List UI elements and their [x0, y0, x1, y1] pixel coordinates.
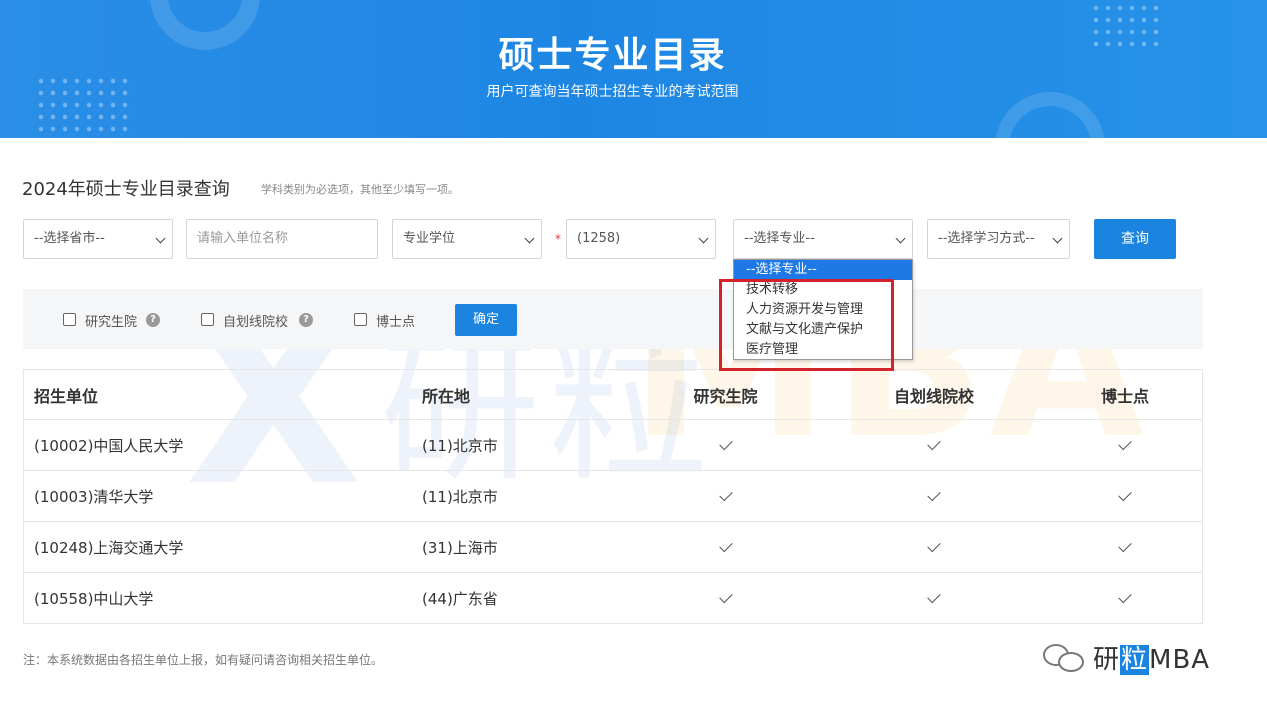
graduate-school-cell — [664, 471, 787, 521]
check-icon — [718, 436, 733, 450]
check-icon — [927, 487, 941, 501]
chevron-down-icon — [524, 233, 535, 244]
major-option[interactable]: --选择专业-- — [734, 260, 912, 280]
doctoral-checkbox[interactable] — [354, 313, 367, 326]
filter-options-bar — [23, 289, 1203, 349]
results-table: 招生单位 所在地 研究生院 自划线院校 博士点 (10002)中国人民大学 (1… — [23, 369, 1203, 624]
check-icon — [718, 589, 733, 603]
confirm-button[interactable]: 确定 — [455, 304, 517, 336]
graduate-school-label: 研究生院 — [85, 315, 138, 330]
table-row[interactable]: (10558)中山大学 (44)广东省 — [24, 572, 1202, 623]
check-icon — [1118, 436, 1132, 450]
footer-note: 注：本系统数据由各招生单位上报，如有疑问请咨询相关招生单位。 — [23, 653, 384, 667]
column-header: 自划线院校 — [893, 386, 974, 406]
major-select-value: --选择专业-- — [744, 231, 815, 246]
check-icon — [718, 487, 733, 501]
help-icon[interactable]: ? — [299, 313, 313, 327]
check-icon — [718, 538, 733, 552]
brand-text-highlight: 粒 — [1120, 644, 1150, 675]
self-line-label: 自划线院校 — [223, 315, 289, 330]
query-hint: 学科类别为必选项，其他至少填写一项。 — [261, 183, 459, 196]
chevron-down-icon — [1052, 233, 1063, 244]
location-cell: (11)北京市 — [422, 487, 498, 506]
check-icon — [1118, 487, 1132, 501]
location-cell: (11)北京市 — [422, 436, 498, 455]
table-row[interactable]: (10248)上海交通大学 (31)上海市 — [24, 521, 1202, 572]
unit-name-input[interactable]: 请输入单位名称 — [186, 219, 378, 259]
unit-cell: (10248)上海交通大学 — [34, 538, 184, 557]
self-line-cell — [854, 522, 1014, 572]
unit-cell: (10003)清华大学 — [34, 487, 154, 506]
category-select-value: (1258) — [577, 231, 621, 246]
table-row[interactable]: (10003)清华大学 (11)北京市 — [24, 470, 1202, 521]
doctoral-cell — [1074, 573, 1176, 623]
brand-text-prefix: 研 — [1093, 644, 1121, 675]
self-line-cell — [854, 471, 1014, 521]
major-select[interactable]: --选择专业-- — [733, 219, 913, 259]
province-select[interactable]: --选择省市-- — [23, 219, 173, 259]
help-icon[interactable]: ? — [146, 313, 160, 327]
unit-cell: (10002)中国人民大学 — [34, 436, 184, 455]
query-heading: 2024年硕士专业目录查询 — [22, 179, 230, 200]
study-mode-select[interactable]: --选择学习方式-- — [927, 219, 1070, 259]
check-icon — [927, 436, 941, 450]
page-title: 硕士专业目录 — [498, 35, 727, 76]
page-banner: 硕士专业目录 用户可查询当年硕士招生专业的考试范围 — [0, 0, 1267, 138]
brand-text-suffix: MBA — [1149, 644, 1211, 675]
table-row[interactable]: (10002)中国人民大学 (11)北京市 — [24, 419, 1202, 470]
self-line-checkbox[interactable] — [201, 313, 214, 326]
graduate-school-checkbox[interactable] — [63, 313, 76, 326]
degree-type-select[interactable]: 专业学位 — [392, 219, 542, 259]
highlight-box — [719, 279, 894, 371]
doctoral-cell — [1074, 471, 1176, 521]
wechat-icon — [1043, 640, 1087, 674]
required-mark: * — [555, 232, 561, 246]
chevron-down-icon — [895, 233, 906, 244]
table-header-row: 招生单位 所在地 研究生院 自划线院校 博士点 — [24, 370, 1202, 419]
column-header: 招生单位 — [34, 386, 99, 406]
location-cell: (31)上海市 — [422, 538, 498, 557]
brand-mark: 研粒MBA — [1043, 639, 1210, 676]
check-icon — [1118, 538, 1132, 552]
self-line-cell — [854, 420, 1014, 470]
page-subtitle: 用户可查询当年硕士招生专业的考试范围 — [486, 84, 739, 100]
search-button[interactable]: 查询 — [1094, 219, 1176, 259]
graduate-school-cell — [664, 573, 787, 623]
category-select[interactable]: (1258) — [566, 219, 716, 259]
graduate-school-cell — [664, 420, 787, 470]
column-header: 博士点 — [1100, 386, 1149, 406]
study-mode-select-value: --选择学习方式-- — [938, 231, 1035, 246]
location-cell: (44)广东省 — [422, 589, 498, 608]
degree-type-select-value: 专业学位 — [403, 231, 456, 246]
province-select-value: --选择省市-- — [34, 231, 105, 246]
graduate-school-cell — [664, 522, 787, 572]
doctoral-cell — [1074, 522, 1176, 572]
check-icon — [927, 589, 941, 603]
self-line-cell — [854, 573, 1014, 623]
check-icon — [1118, 589, 1132, 603]
unit-cell: (10558)中山大学 — [34, 589, 154, 608]
column-header: 研究生院 — [693, 386, 758, 406]
check-icon — [927, 538, 941, 552]
brand-text: 研粒MBA — [1093, 639, 1210, 676]
chevron-down-icon — [155, 233, 166, 244]
doctoral-cell — [1074, 420, 1176, 470]
column-header: 所在地 — [422, 386, 471, 406]
doctoral-label: 博士点 — [376, 315, 416, 330]
chevron-down-icon — [698, 233, 709, 244]
